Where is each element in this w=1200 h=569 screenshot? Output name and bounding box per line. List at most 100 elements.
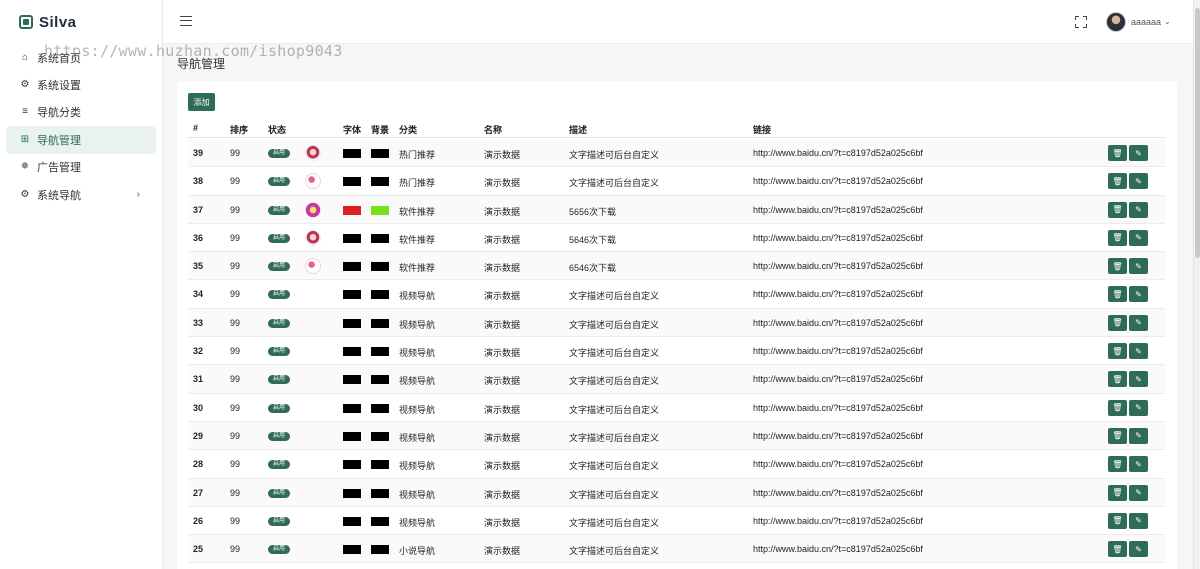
chevron-down-icon[interactable]: ⌄ [1164, 17, 1171, 26]
add-button[interactable]: 添加 [188, 93, 215, 111]
trash-icon: 🗑 [1112, 431, 1123, 441]
edit-button[interactable]: ✎ [1129, 229, 1148, 246]
edit-button[interactable]: ✎ [1129, 286, 1148, 303]
column-header: 描述 [569, 125, 588, 135]
table-row: 35 99 启用 软件推荐 演示数据 6546次下载 http://www.baidu.cn… [188, 252, 1165, 281]
table-card: 添加 # 排序 状态 字体 背景 分类 名称 描述 链接 39 99 启用 热门推荐 演示数据 文字描述可… [177, 81, 1177, 569]
edit-button[interactable]: ✎ [1129, 145, 1148, 161]
sidebar-item-1[interactable]: ⚙ 系统设置 [6, 71, 156, 98]
edit-button[interactable]: ✎ [1129, 484, 1148, 501]
row-link[interactable]: http://www.baidu.cn/?t=c8197d52a025c6bf [753, 148, 923, 158]
status-badge[interactable]: 启用 [268, 347, 290, 357]
edit-button[interactable]: ✎ [1129, 427, 1148, 444]
fullscreen-icon[interactable] [1075, 16, 1087, 28]
delete-button[interactable]: 🗑 [1108, 399, 1127, 416]
status-badge[interactable]: 启用 [268, 177, 290, 187]
column-header: 字体 [343, 125, 362, 135]
font-color-swatch [343, 347, 361, 357]
status-badge[interactable]: 启用 [268, 516, 290, 526]
status-badge[interactable]: 启用 [268, 403, 290, 413]
bg-color-swatch [371, 488, 389, 498]
font-color-swatch [343, 545, 361, 555]
column-header: 排序 [230, 125, 249, 135]
sidebar-item-4[interactable]: ✵ 广告管理 [6, 154, 156, 181]
edit-button[interactable]: ✎ [1129, 343, 1148, 360]
row-link[interactable]: http://www.baidu.cn/?t=c8197d52a025c6bf [753, 176, 923, 186]
row-link[interactable]: http://www.baidu.cn/?t=c8197d52a025c6bf [753, 318, 923, 328]
delete-button[interactable]: 🗑 [1108, 258, 1127, 275]
status-badge[interactable]: 启用 [268, 290, 290, 300]
sidebar-item-2[interactable]: ≡ 导航分类 [6, 99, 156, 126]
status-badge[interactable]: 启用 [268, 545, 290, 555]
status-badge[interactable]: 启用 [268, 431, 290, 441]
trash-icon: 🗑 [1112, 346, 1123, 356]
sidebar-item-3[interactable]: ⊞ 导航管理 [6, 126, 156, 154]
row-link[interactable]: http://www.baidu.cn/?t=c8197d52a025c6bf [753, 289, 923, 299]
font-color-swatch [343, 233, 361, 243]
trash-icon: 🗑 [1112, 374, 1123, 384]
delete-button[interactable]: 🗑 [1108, 541, 1127, 558]
avatar[interactable] [1106, 12, 1126, 32]
edit-button[interactable]: ✎ [1129, 258, 1148, 275]
status-badge[interactable]: 启用 [268, 488, 290, 498]
row-link[interactable]: http://www.baidu.cn/?t=c8197d52a025c6bf [753, 205, 923, 215]
row-link[interactable]: http://www.baidu.cn/?t=c8197d52a025c6bf [753, 346, 923, 356]
status-badge[interactable]: 启用 [268, 375, 290, 385]
row-link[interactable]: http://www.baidu.cn/?t=c8197d52a025c6bf [753, 261, 923, 271]
edit-icon: ✎ [1135, 374, 1142, 384]
delete-button[interactable]: 🗑 [1108, 427, 1127, 444]
row-category: 视频导航 [399, 376, 436, 387]
status-badge[interactable]: 启用 [268, 205, 290, 215]
edit-button[interactable]: ✎ [1129, 512, 1148, 529]
status-badge[interactable]: 启用 [268, 233, 290, 243]
home-icon: ⌂ [21, 51, 29, 63]
delete-button[interactable]: 🗑 [1108, 371, 1127, 388]
row-sort: 99 [230, 346, 241, 357]
delete-button[interactable]: 🗑 [1108, 314, 1127, 331]
status-badge[interactable]: 启用 [268, 318, 290, 328]
row-category: 视频导航 [399, 348, 436, 359]
row-link[interactable]: http://www.baidu.cn/?t=c8197d52a025c6bf [753, 431, 923, 441]
menu-toggle-icon[interactable] [180, 16, 192, 26]
delete-button[interactable]: 🗑 [1108, 145, 1127, 161]
status-badge[interactable]: 启用 [268, 460, 290, 470]
username[interactable]: aaaaaa [1131, 17, 1161, 27]
delete-button[interactable]: 🗑 [1108, 343, 1127, 360]
delete-button[interactable]: 🗑 [1108, 286, 1127, 303]
edit-button[interactable]: ✎ [1129, 201, 1148, 218]
row-link[interactable]: http://www.baidu.cn/?t=c8197d52a025c6bf [753, 516, 923, 526]
scrollbar-thumb[interactable] [1195, 8, 1200, 258]
scrollbar[interactable] [1193, 0, 1200, 569]
row-link[interactable]: http://www.baidu.cn/?t=c8197d52a025c6bf [753, 488, 923, 498]
status-badge[interactable]: 启用 [268, 262, 290, 272]
edit-icon: ✎ [1135, 205, 1142, 215]
column-header: 分类 [399, 125, 418, 135]
edit-button[interactable]: ✎ [1129, 399, 1148, 416]
row-id: 28 [193, 459, 204, 470]
row-link[interactable]: http://www.baidu.cn/?t=c8197d52a025c6bf [753, 459, 923, 469]
delete-button[interactable]: 🗑 [1108, 512, 1127, 529]
edit-button[interactable]: ✎ [1129, 371, 1148, 388]
edit-button[interactable]: ✎ [1129, 314, 1148, 331]
delete-button[interactable]: 🗑 [1108, 201, 1127, 218]
row-sort: 99 [230, 515, 241, 526]
font-color-swatch [343, 177, 361, 187]
edit-button[interactable]: ✎ [1129, 173, 1148, 190]
status-badge[interactable]: 启用 [268, 149, 290, 158]
row-link[interactable]: http://www.baidu.cn/?t=c8197d52a025c6bf [753, 544, 923, 554]
row-link[interactable]: http://www.baidu.cn/?t=c8197d52a025c6bf [753, 233, 923, 243]
row-link[interactable]: http://www.baidu.cn/?t=c8197d52a025c6bf [753, 374, 923, 384]
logo[interactable]: Silva [0, 0, 162, 44]
row-sort: 99 [230, 317, 241, 328]
row-link[interactable]: http://www.baidu.cn/?t=c8197d52a025c6bf [753, 403, 923, 413]
sidebar-item-5[interactable]: ⚙ 系统导航 › [6, 181, 156, 208]
top-bar: aaaaaa ⌄ [163, 0, 1193, 44]
delete-button[interactable]: 🗑 [1108, 484, 1127, 501]
edit-button[interactable]: ✎ [1129, 456, 1148, 473]
delete-button[interactable]: 🗑 [1108, 229, 1127, 246]
edit-button[interactable]: ✎ [1129, 541, 1148, 558]
delete-button[interactable]: 🗑 [1108, 173, 1127, 190]
delete-button[interactable]: 🗑 [1108, 456, 1127, 473]
row-desc: 文字描述可后台自定义 [569, 291, 660, 302]
trash-icon: 🗑 [1112, 233, 1123, 243]
